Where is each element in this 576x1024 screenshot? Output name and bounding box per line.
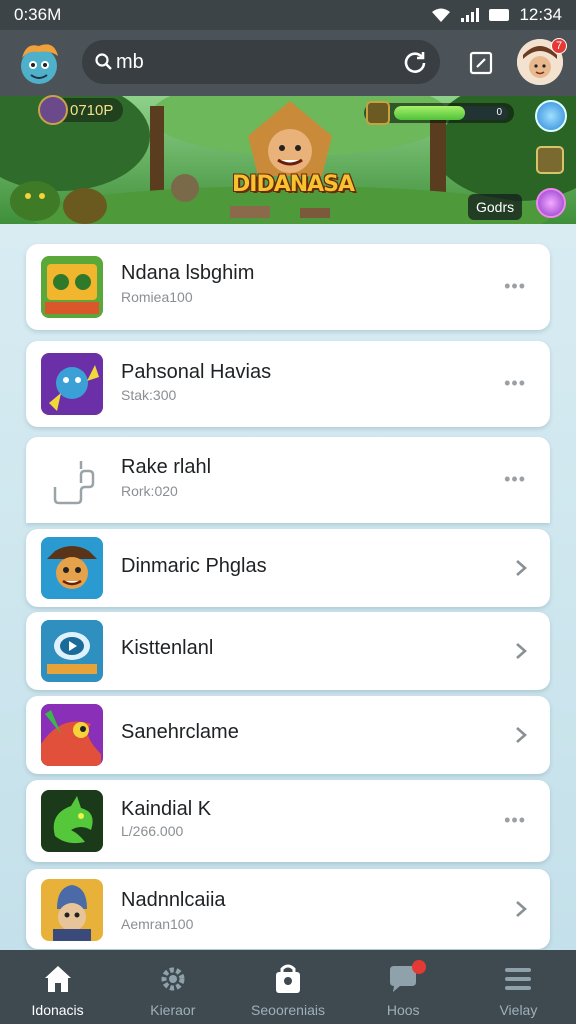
chevron-right-icon[interactable] [514, 899, 528, 919]
monkey-hero-icon [41, 353, 103, 415]
gift-button[interactable] [536, 146, 564, 174]
item-subtitle: Rork:020 [121, 483, 178, 499]
item-title: Kisttenlanl [121, 637, 214, 659]
item-title: Ndana lsbghim [121, 262, 255, 284]
progress-text: 0 [496, 107, 502, 118]
nav-item-home[interactable]: Idonacis [0, 950, 115, 1024]
status-clock: 12:34 [519, 5, 562, 24]
menu-icon [505, 968, 532, 990]
list-item[interactable]: Ndana lsbghim Romiea100 ••• [26, 244, 550, 330]
more-options-icon[interactable]: ••• [504, 469, 526, 490]
app-list: Ndana lsbghim Romiea100 ••• Pahsonal Hav… [0, 224, 576, 950]
list-item[interactable]: Nadnnlcaiia Aemran100 [26, 869, 550, 949]
knight-helmet-icon [41, 879, 103, 941]
search-input[interactable]: mb [82, 40, 440, 84]
list-item[interactable]: Kisttenlanl [26, 612, 550, 690]
status-time: 0:36M [14, 5, 62, 24]
shopping-bag-icon [276, 964, 300, 993]
item-title: Pahsonal Havias [121, 361, 272, 383]
nav-item-menu[interactable]: Vielay [461, 950, 576, 1024]
list-item[interactable]: Sanehrclame [26, 696, 550, 774]
banner-title: DIDANASA [232, 172, 355, 197]
colorful-dragon-icon [41, 704, 103, 766]
app-bar: mb 7 [0, 30, 576, 96]
bottom-navigation: Idonacis Kieraor Seooreniais Hoos Vielay [0, 950, 576, 1024]
search-query: mb [116, 50, 144, 73]
chest-icon [366, 101, 390, 125]
list-item[interactable]: Pahsonal Havias Stak:300 ••• [26, 341, 550, 427]
list-item[interactable]: Dinmaric Phglas [26, 529, 550, 607]
more-options-icon[interactable]: ••• [504, 276, 526, 297]
gem-button[interactable] [536, 188, 566, 218]
gear-icon [161, 967, 185, 991]
magic-orb-button[interactable] [535, 100, 567, 132]
explorer-hat-icon [41, 537, 103, 599]
chevron-right-icon[interactable] [514, 725, 528, 745]
play-video-icon [41, 620, 103, 682]
wifi-icon [432, 8, 451, 22]
item-title: Kaindial K [121, 798, 212, 820]
chevron-right-icon[interactable] [514, 641, 528, 661]
edit-icon[interactable] [468, 50, 494, 76]
coin-value: 0710P [70, 101, 114, 119]
progress-fill [394, 106, 465, 120]
item-subtitle: Romiea100 [121, 289, 193, 305]
item-title: Rake rlahl [121, 456, 212, 478]
chat-notification-dot [411, 960, 426, 974]
item-subtitle: L/266.000 [121, 823, 184, 839]
list-item[interactable]: Rake rlahl Rork:020 ••• [26, 437, 550, 523]
item-subtitle: Aemran100 [121, 916, 194, 932]
nav-item-settings[interactable]: Kieraor [115, 950, 230, 1024]
status-icons: 12:34 [431, 5, 562, 25]
jungle-game-icon [41, 256, 103, 318]
signal-icon [461, 8, 480, 22]
more-options-icon[interactable]: ••• [504, 373, 526, 394]
app-logo-icon[interactable] [14, 38, 64, 88]
item-subtitle: Stak:300 [121, 387, 177, 403]
nav-label: Vielay [499, 1002, 538, 1018]
nav-label: Seooreniais [251, 1002, 325, 1018]
nav-label: Hoos [386, 1002, 420, 1018]
more-options-icon[interactable]: ••• [504, 810, 526, 831]
item-title: Nadnnlcaiia [121, 889, 226, 911]
battery-icon [489, 9, 510, 21]
coin-counter[interactable]: 0710P [38, 95, 124, 125]
energy-progress: 0 [364, 101, 514, 125]
status-bar: 0:36M 12:34 [0, 0, 576, 30]
item-title: Dinmaric Phglas [121, 555, 267, 577]
nav-label: Kieraor [150, 1002, 196, 1018]
home-icon [44, 966, 71, 992]
list-item[interactable]: Kaindial K L/266.000 ••• [26, 780, 550, 862]
progress-track: 0 [394, 106, 508, 120]
nav-label: Idonacis [31, 1002, 84, 1018]
nav-item-chat[interactable]: Hoos [346, 950, 461, 1024]
search-icon [95, 53, 112, 70]
refresh-icon[interactable] [402, 49, 428, 75]
item-title: Sanehrclame [121, 721, 239, 743]
player-icon [38, 95, 68, 125]
green-dragon-icon [41, 790, 103, 852]
notification-badge: 7 [551, 38, 567, 54]
nav-item-store[interactable]: Seooreniais [230, 950, 345, 1024]
placeholder-outline-icon [41, 449, 103, 511]
goods-button[interactable]: Godrs [468, 194, 523, 220]
chevron-right-icon[interactable] [514, 558, 528, 578]
